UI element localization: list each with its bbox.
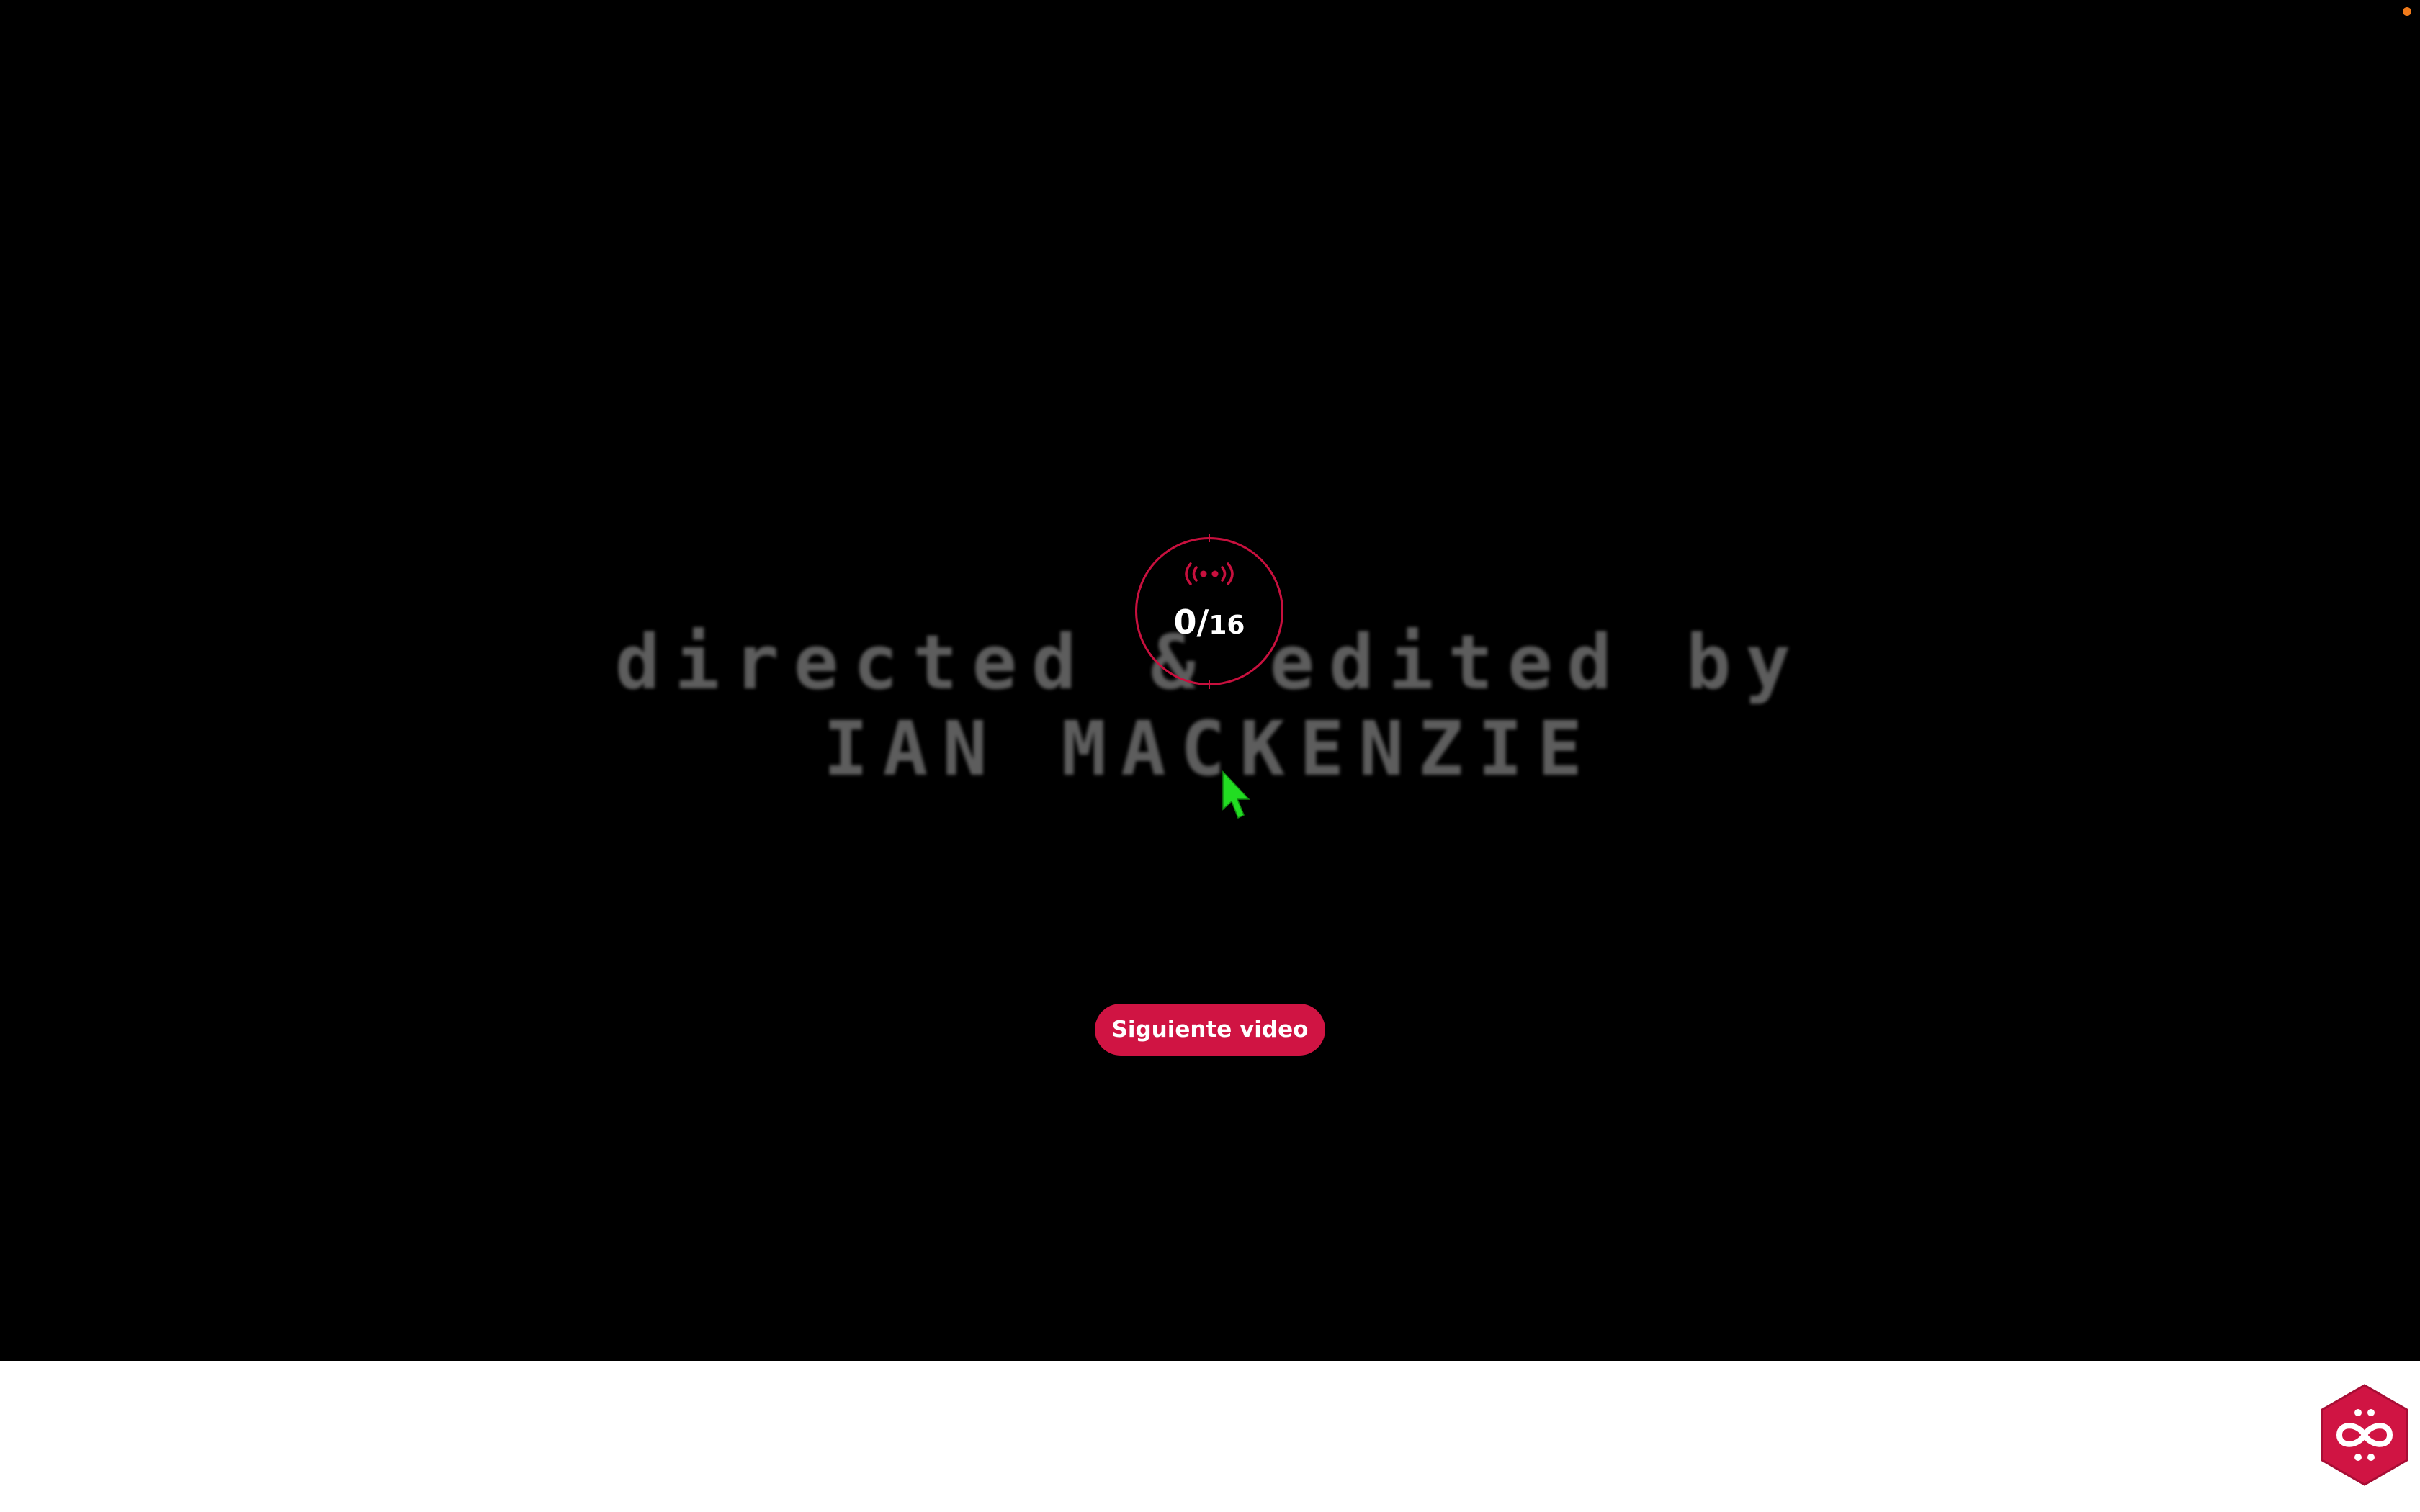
live-broadcast-icon xyxy=(1137,559,1281,592)
counter-current: 0 xyxy=(1173,603,1197,642)
mouse-cursor-icon xyxy=(1220,770,1252,821)
video-progress-counter: 0/16 xyxy=(1135,534,1283,689)
next-video-button[interactable]: Siguiente video xyxy=(1095,1004,1325,1056)
counter-separator: / xyxy=(1196,603,1209,642)
counter-tick-bottom xyxy=(1209,680,1210,689)
infinity-hexagon-icon[interactable] xyxy=(2318,1382,2411,1488)
page-footer xyxy=(0,1361,2420,1512)
counter-value: 0/16 xyxy=(1137,603,1281,642)
counter-total: 16 xyxy=(1209,611,1245,640)
video-stage[interactable]: directed & edited by IAN MACKENZIE 0/16 … xyxy=(0,0,2420,1361)
counter-tick-top xyxy=(1209,534,1210,542)
credits-line-2: IAN MACKENZIE xyxy=(823,705,1597,793)
notification-dot xyxy=(2403,7,2411,16)
